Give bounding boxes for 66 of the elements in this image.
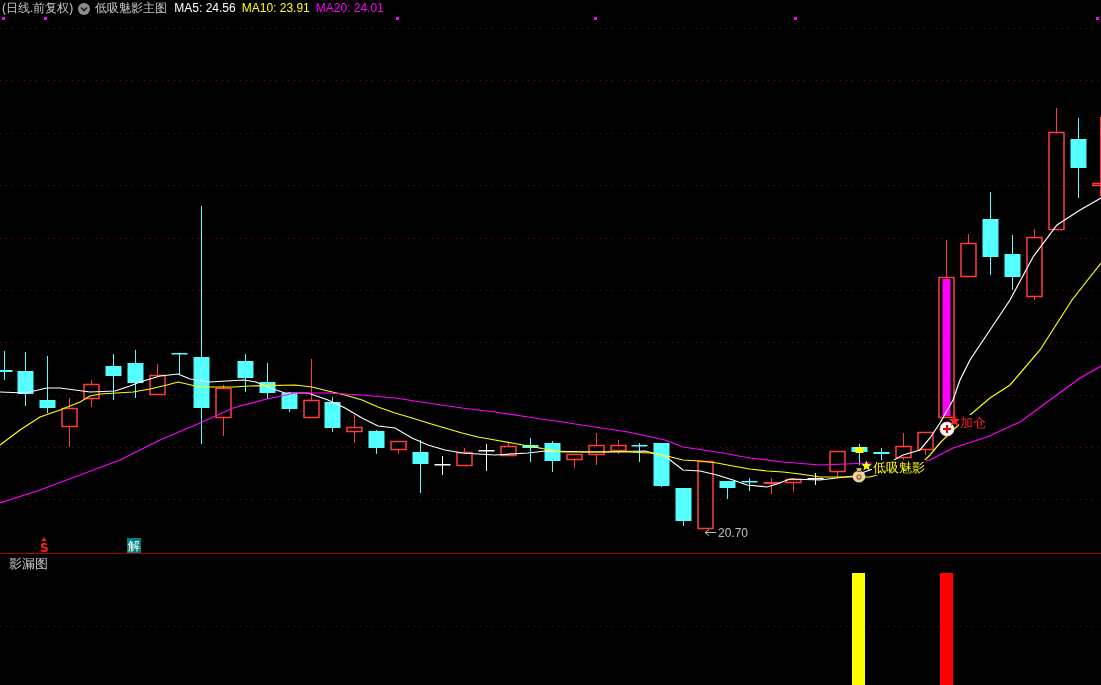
candlestick: [719, 481, 736, 500]
candlestick: [412, 439, 429, 494]
candlestick: [390, 440, 407, 455]
signal-label: 加仓: [960, 415, 986, 430]
money-bag-icon: [852, 468, 866, 483]
candlestick: [873, 447, 890, 463]
triangle-icon: [41, 537, 47, 541]
candlestick: [324, 396, 341, 433]
square-marker-icon: [2, 17, 5, 20]
square-marker-icon: [1096, 17, 1099, 20]
plus-circle-icon: [939, 421, 955, 437]
candlestick: [785, 477, 802, 493]
candlestick: [829, 450, 846, 478]
square-marker-icon: [794, 17, 797, 20]
candlestick: [83, 379, 100, 408]
candlestick: [259, 362, 276, 400]
indicator-name: 低吸魅影主图: [95, 1, 168, 16]
candlestick: [39, 355, 56, 414]
star-icon: [948, 415, 961, 426]
candlestick: [215, 384, 232, 437]
candlestick: [697, 460, 714, 530]
candlestick: [917, 431, 934, 456]
candlestick: [368, 429, 385, 455]
candlestick: [171, 352, 188, 376]
candlestick: [566, 453, 583, 469]
candlestick: [17, 351, 34, 407]
signal-badge: 解: [127, 538, 141, 553]
candlestick: [434, 455, 451, 476]
candlestick: [105, 353, 122, 401]
candlestick: [741, 477, 758, 492]
candlestick: [807, 472, 824, 486]
candlestick: [960, 233, 977, 278]
candlestick: [544, 440, 561, 473]
candlestick: [303, 358, 320, 419]
star-icon: [861, 460, 872, 471]
candlestick: [346, 414, 363, 444]
candlestick: [1004, 234, 1021, 291]
candlestick: [149, 363, 166, 396]
square-marker-icon: [44, 17, 47, 20]
candlestick: [237, 353, 254, 393]
candlestick: [653, 443, 670, 488]
moving-average-value: MA5: 24.56: [174, 1, 236, 16]
candlestick: [631, 442, 648, 463]
moving-average-value: MA10: 23.91: [241, 1, 310, 16]
candlestick: [588, 432, 605, 466]
candlestick: [456, 447, 473, 467]
candlestick: [895, 432, 912, 463]
candlestick: [675, 488, 692, 527]
candlestick: [478, 443, 495, 472]
square-marker-icon: [396, 17, 399, 20]
candlestick: [0, 350, 13, 381]
candlestick: [522, 437, 539, 463]
signal-label: S: [40, 541, 49, 553]
chart-period-label: (日线.前复权): [2, 1, 74, 16]
arrow-icon: [704, 529, 717, 536]
candlestick: [127, 349, 144, 399]
price-label: 20.70: [718, 526, 749, 540]
moving-average-value: MA20: 24.01: [315, 1, 384, 16]
candlestick: [763, 477, 780, 495]
square-marker-icon: [594, 17, 597, 20]
chevron-down-icon[interactable]: [78, 2, 91, 15]
indicator-title: 影漏图: [9, 554, 48, 573]
candlestick: [500, 441, 517, 457]
signal-label: 低吸魅影: [873, 460, 925, 475]
candlestick: [610, 439, 627, 455]
candlestick: [61, 397, 78, 448]
